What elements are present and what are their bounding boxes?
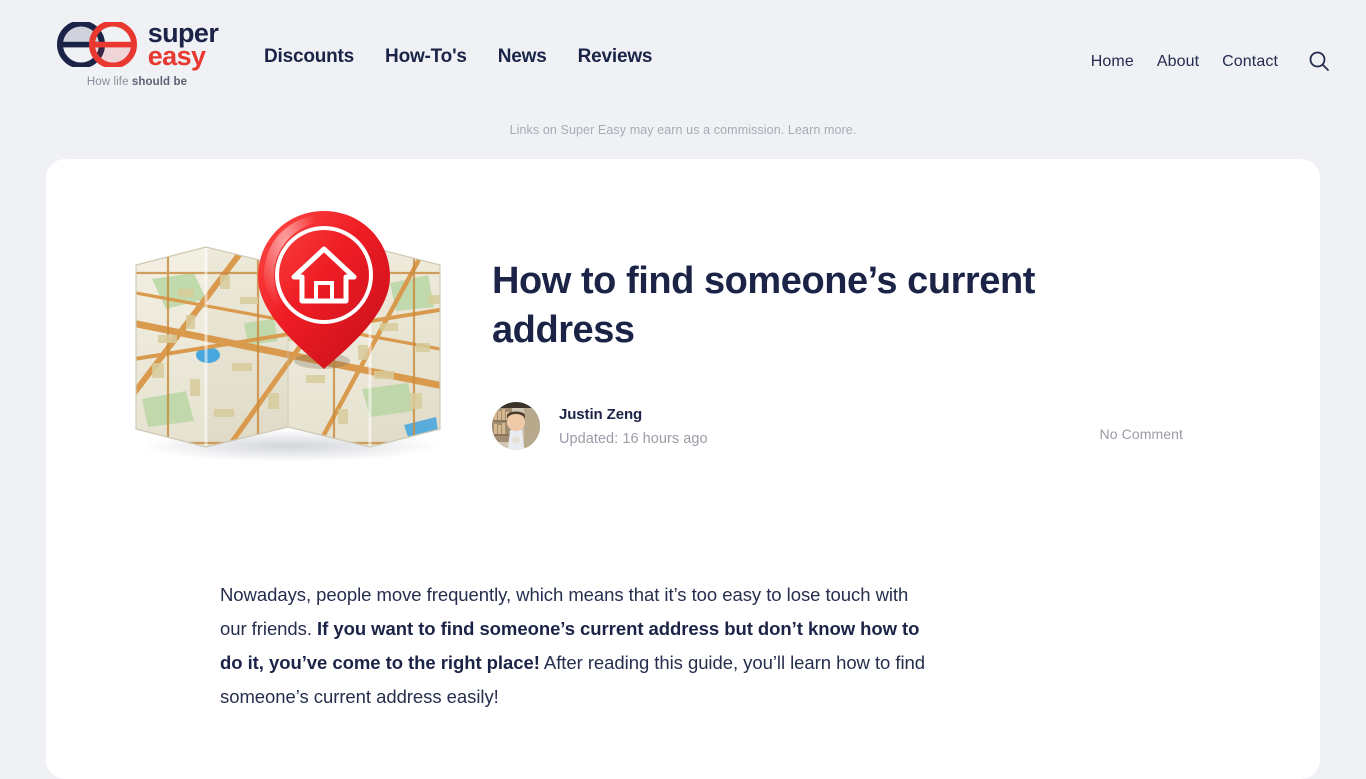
nav-item-discounts[interactable]: Discounts xyxy=(264,46,354,68)
article-header: How to find someone’s current address Ju… xyxy=(46,159,1320,463)
nav-item-contact[interactable]: Contact xyxy=(1222,53,1278,71)
logo-tagline: How life should be xyxy=(87,76,187,88)
nav-item-reviews[interactable]: Reviews xyxy=(578,46,653,68)
comment-count[interactable]: No Comment xyxy=(1100,426,1183,442)
primary-navigation: Discounts How-To's News Reviews xyxy=(264,0,652,68)
tagline-light: How life xyxy=(86,76,132,89)
nav-item-about[interactable]: About xyxy=(1157,53,1199,71)
author-name[interactable]: Justin Zeng xyxy=(559,406,708,423)
disclaimer-learn-more-link[interactable]: Learn more. xyxy=(788,123,857,137)
affiliate-disclaimer: Links on Super Easy may earn us a commis… xyxy=(0,123,1366,137)
site-header: super easy How life should be Discounts … xyxy=(0,0,1366,113)
disclaimer-text: Links on Super Easy may earn us a commis… xyxy=(509,123,785,137)
byline-text: Justin Zeng Updated: 16 hours ago xyxy=(559,406,708,447)
folded-map-with-home-location-pin-image xyxy=(128,203,448,463)
search-icon xyxy=(1308,50,1330,75)
avatar xyxy=(492,402,540,451)
logo-wordmark: super easy xyxy=(147,20,219,71)
tagline-bold: should be xyxy=(131,76,188,89)
hero-image-container xyxy=(88,197,488,463)
logo-row: super easy xyxy=(56,20,219,71)
secondary-navigation: Home About Contact xyxy=(1091,0,1332,75)
nav-item-home[interactable]: Home xyxy=(1091,53,1134,71)
page-title: How to find someone’s current address xyxy=(492,260,1035,352)
article-card: How to find someone’s current address Ju… xyxy=(46,159,1320,779)
article-head-text: How to find someone’s current address Ju… xyxy=(488,197,1280,463)
article-paragraph-1: Nowadays, people move frequently, which … xyxy=(220,578,932,714)
article-body: Nowadays, people move frequently, which … xyxy=(46,578,1320,714)
logo-word-easy: easy xyxy=(147,40,206,71)
nav-item-news[interactable]: News xyxy=(498,46,547,68)
site-logo[interactable]: super easy How life should be xyxy=(42,0,232,88)
nav-item-how-tos[interactable]: How-To's xyxy=(385,46,467,68)
updated-timestamp: Updated: 16 hours ago xyxy=(559,430,708,447)
byline: Justin Zeng Updated: 16 hours ago No Com… xyxy=(492,402,1280,451)
search-button[interactable] xyxy=(1306,49,1332,75)
double-e-logo-icon xyxy=(56,22,140,68)
